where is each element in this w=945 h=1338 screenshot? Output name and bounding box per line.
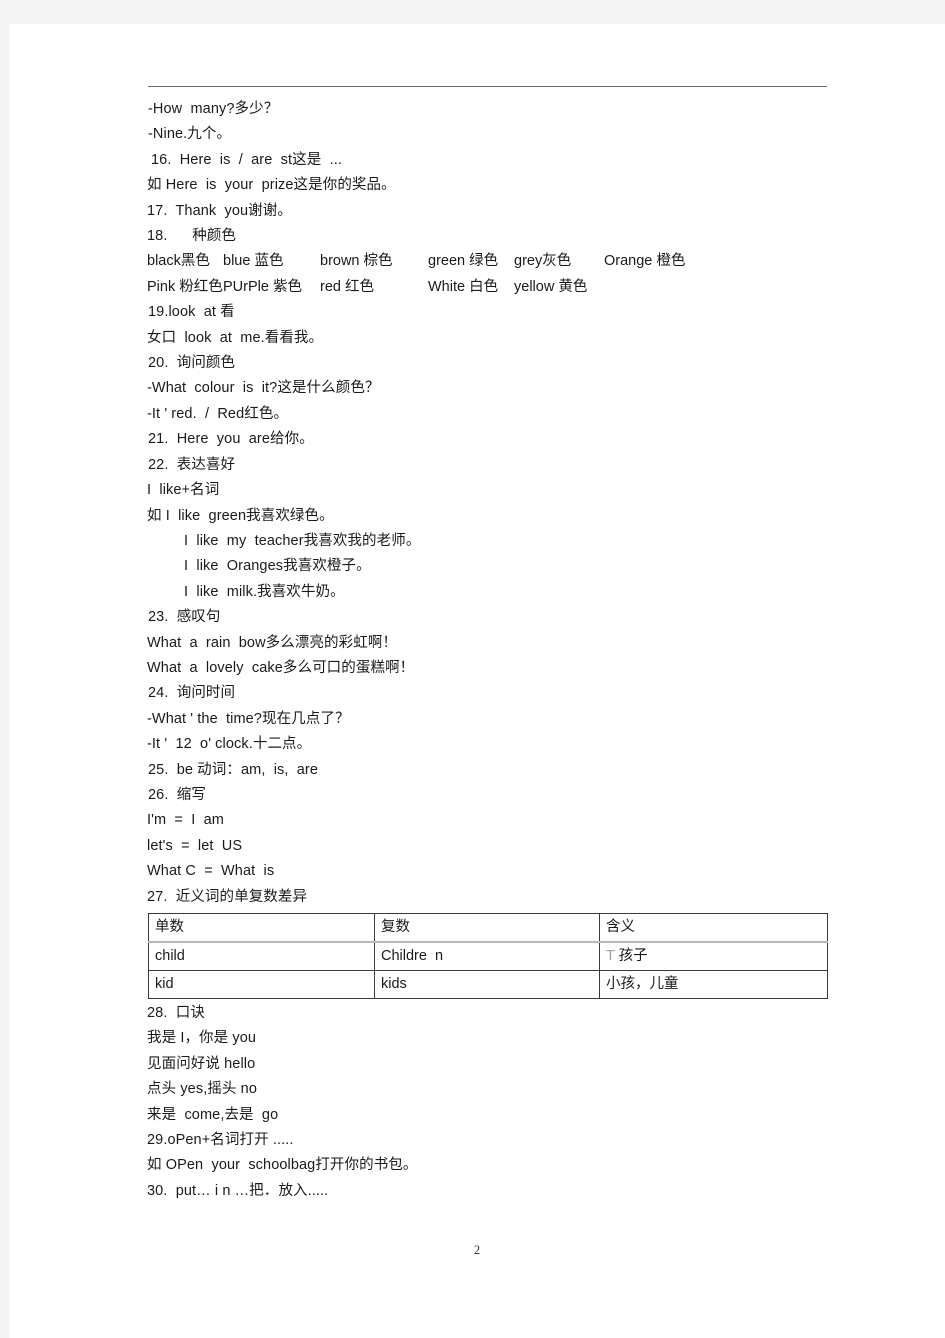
table-row: kid kids 小孩，儿童 [148, 970, 828, 999]
text-line: 22. 表达喜好 [148, 456, 236, 473]
text-line: 见面问好说 hello [147, 1055, 256, 1072]
text-line: I like Oranges我喜欢橙子。 [184, 558, 371, 575]
color-entry: grey灰色 [514, 253, 572, 270]
singular-plural-table: 单数 复数 含义 child Childre nT 孩子 kid kids 小孩，儿童 [148, 913, 828, 999]
table-cell: 小孩，儿童 [599, 970, 828, 999]
text-line: 如 Here is your prize这是你的奖品。 [147, 177, 396, 194]
table-cell: kid [148, 970, 375, 999]
header-rule [148, 86, 827, 87]
color-entry: brown 棕色 [320, 253, 393, 270]
text-line: 如 I like green我喜欢绿色。 [147, 507, 334, 524]
color-entry: black黑色 [147, 253, 210, 270]
color-row: black黑色 blue 蓝色 brown 棕色 green 绿色 grey灰色 Oran… [139, 249, 828, 274]
color-entry: PUrPle 紫色 [223, 278, 302, 295]
body-block-bottom: 28. 口诀我是 I，你是 you 见面问好说 hello 点头 yes,摇头 no… [139, 1001, 828, 1204]
body-block-middle: 19.look at 看女口 look at me.看看我。 20. 询问颜色 -W… [139, 300, 828, 910]
table-row: child Childre nT 孩子 [148, 941, 828, 971]
text-line: 21. Here you are给你。 [148, 431, 314, 448]
text-line: let's = let US [147, 837, 243, 854]
table-cell: kids [374, 970, 600, 999]
table-cell: child [148, 941, 375, 971]
ocr-artifact-glyph: T [606, 948, 615, 964]
table-header-cell: 复数 [374, 913, 600, 943]
color-entry: blue 蓝色 [223, 253, 284, 270]
color-vocabulary-list: black黑色 blue 蓝色 brown 棕色 green 绿色 grey灰色 Oran… [139, 249, 828, 300]
text-line: -It ' red. / Red红色。 [147, 405, 289, 422]
text-line: I'm = I am [147, 812, 224, 829]
color-row: Pink 粉红色PUrPle 紫色 red 红色 White 白色 yellow 黄色 [139, 275, 828, 300]
document-page: -How many?多少？ -Nine.九个。 16. Here is / are … [9, 24, 945, 1338]
text-line: 30. put… i n …把．放入..... [147, 1182, 329, 1199]
text-line: -Nine.九个。 [148, 126, 232, 143]
text-line: I like+名词 [147, 482, 220, 499]
text-line: 如 OPen your schoolbag打开你的书包。 [147, 1157, 418, 1174]
table-header-row: 单数 复数 含义 [148, 913, 828, 943]
color-entry: red 红色 [320, 278, 374, 295]
document-content: -How many?多少？ -Nine.九个。 16. Here is / are … [139, 86, 828, 1204]
color-entry: White 白色 [428, 278, 499, 295]
page-number: 2 [473, 1243, 481, 1257]
text-line: 女口 look at me.看看我。 [147, 329, 324, 346]
body-block-top: -How many?多少？ -Nine.九个。 16. Here is / are … [139, 97, 828, 249]
text-line: 27. 近义词的单复数差异 [147, 888, 308, 905]
color-entry: green 绿色 [428, 253, 499, 270]
text-line: 16. Here is / are st这是 ... [151, 151, 342, 168]
table-cell: Childre n [374, 941, 600, 971]
text-line: -What colour is it?这是什么颜色？ [147, 380, 380, 397]
text-line: What a rain bow多么漂亮的彩虹啊！ [147, 634, 398, 651]
text-line: 29.oPen+名词打开 ..... [147, 1132, 294, 1149]
table-cell: T 孩子 [599, 941, 828, 971]
color-entry: yellow 黄色 [514, 278, 588, 295]
text-line: -It ' 12 o' clock.十二点。 [147, 736, 312, 753]
text-line: What C = What is [147, 863, 275, 880]
text-line: 17. Thank you谢谢。 [147, 202, 292, 219]
text-line: 18. 种颜色 [147, 228, 237, 245]
text-line: 24. 询问时间 [148, 685, 236, 702]
text-line: 来是 come,去是 go [147, 1106, 279, 1123]
text-line: -How many?多少？ [148, 101, 279, 117]
table-header-cell: 单数 [148, 913, 375, 943]
table-header-cell: 含义 [599, 913, 828, 943]
text-line: I like my teacher我喜欢我的老师。 [184, 532, 421, 549]
text-line: 点头 yes,摇头 no [147, 1081, 257, 1098]
text-line: 28. 口诀 [147, 1005, 205, 1021]
color-entry: Orange 橙色 [604, 253, 686, 270]
text-line: 23. 感叹句 [148, 609, 221, 626]
text-line: -What ' the time?现在几点了？ [147, 710, 350, 727]
color-entry: Pink 粉红色 [147, 278, 223, 295]
text-line: 我是 I，你是 you [147, 1030, 257, 1047]
text-line: 25. be 动词：am, is, are [148, 761, 319, 778]
text-line: I like milk.我喜欢牛奶。 [184, 583, 345, 600]
text-line: What a lovely cake多么可口的蛋糕啊！ [147, 659, 415, 676]
text-line: 26. 缩写 [148, 786, 206, 803]
text-line: 19.look at 看 [148, 304, 235, 321]
text-line: 20. 询问颜色 [148, 355, 236, 372]
